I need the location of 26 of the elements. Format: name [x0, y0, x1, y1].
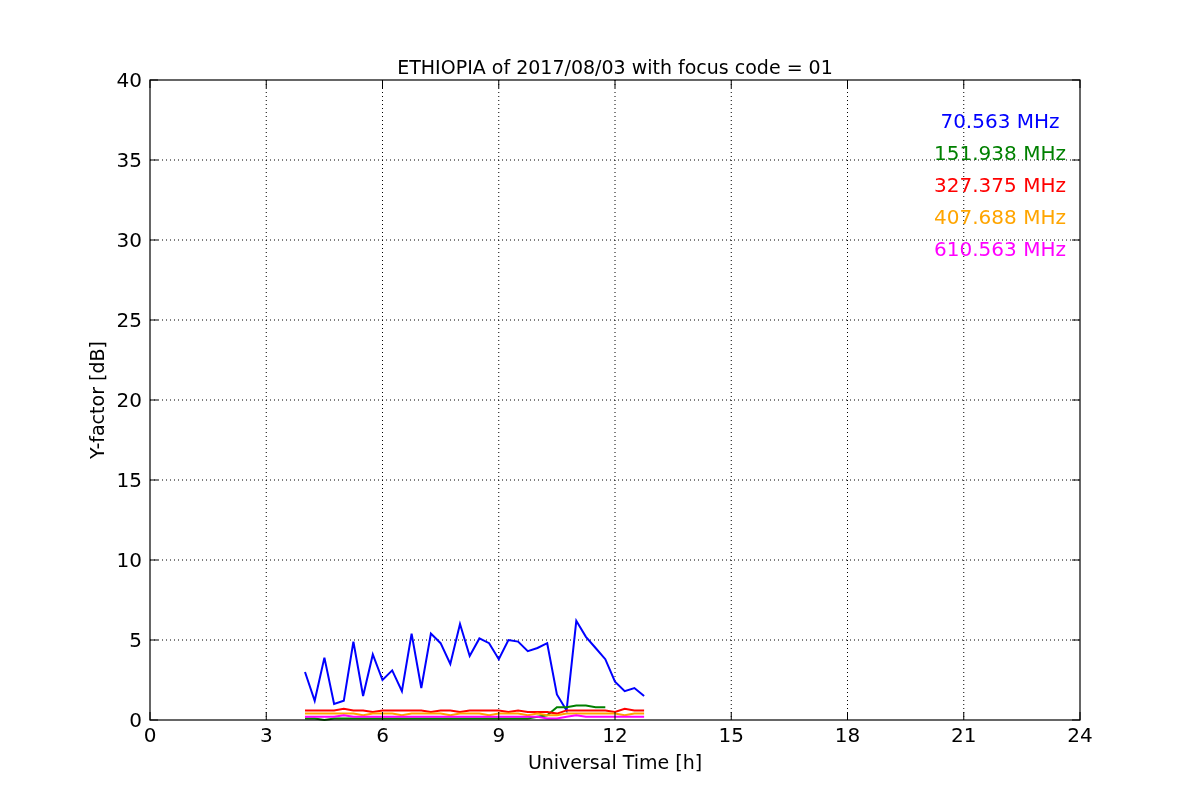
y-tick-label: 15 — [116, 468, 142, 492]
y-tick-label: 5 — [129, 628, 142, 652]
x-tick-label: 6 — [376, 723, 389, 747]
legend-label: 151.938 MHz — [934, 141, 1066, 165]
x-tick-label: 15 — [718, 723, 744, 747]
y-tick-label: 0 — [129, 708, 142, 732]
legend-label: 610.563 MHz — [934, 237, 1066, 261]
y-tick-label: 10 — [116, 548, 142, 572]
x-tick-label: 3 — [259, 723, 273, 747]
chart-title: ETHIOPIA of 2017/08/03 with focus code = 01 — [397, 56, 833, 78]
x-tick-label: 24 — [1067, 723, 1093, 747]
x-tick-label: 0 — [143, 723, 157, 747]
y-tick-label: 30 — [116, 228, 142, 252]
x-axis-label: Universal Time [h] — [527, 751, 703, 773]
y-tick-label: 40 — [116, 68, 142, 92]
legend-label: 70.563 MHz — [940, 109, 1060, 133]
y-axis-label: Y-factor [dB] — [86, 341, 108, 459]
y-tick-label: 25 — [116, 308, 142, 332]
x-tick-label: 21 — [951, 723, 977, 747]
x-tick-label: 12 — [602, 723, 628, 747]
y-tick-label: 35 — [116, 148, 142, 172]
x-tick-label: 9 — [492, 723, 506, 747]
legend-label: 407.688 MHz — [934, 205, 1066, 229]
legend-label: 327.375 MHz — [934, 173, 1066, 197]
y-tick-label: 20 — [116, 388, 142, 412]
x-tick-label: 18 — [834, 723, 861, 747]
